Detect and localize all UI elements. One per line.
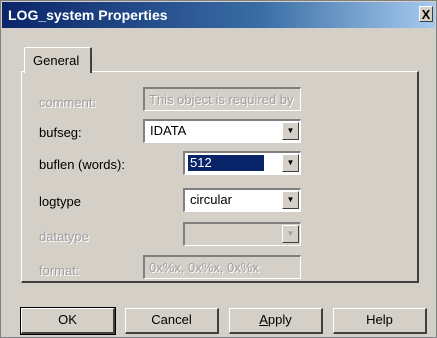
format-field: 0x%x, 0x%x, 0x%x (143, 255, 301, 279)
apply-button-label: pply (267, 312, 292, 327)
apply-mnemonic: A (259, 312, 268, 327)
comment-field: This object is required by (143, 87, 301, 111)
buflen-label: buflen (words): (39, 157, 125, 172)
format-label: format: (39, 263, 80, 278)
logtype-dropdown-arrow[interactable]: ▼ (282, 191, 299, 209)
tab-general[interactable]: General (24, 47, 92, 73)
ok-button[interactable]: OK (20, 307, 116, 335)
comment-value: This object is required by (149, 92, 294, 107)
chevron-down-icon: ▼ (286, 195, 295, 204)
datatype-value (188, 226, 192, 242)
datatype-label: datatype (39, 229, 89, 244)
bufseg-value: IDATA (150, 123, 187, 138)
chevron-down-icon: ▼ (286, 158, 295, 167)
bufseg-label: bufseg: (39, 125, 82, 140)
format-value: 0x%x, 0x%x, 0x%x (149, 260, 259, 275)
buflen-dropdown-arrow[interactable]: ▼ (282, 154, 299, 172)
logtype-select[interactable]: circular ▼ (183, 188, 301, 212)
logtype-value: circular (190, 192, 232, 207)
ok-button-label: OK (58, 312, 77, 327)
apply-button[interactable]: Apply (229, 308, 323, 334)
chevron-down-icon: ▼ (286, 229, 295, 238)
dialog-title: LOG_system Properties (8, 7, 168, 23)
datatype-dropdown-arrow: ▼ (282, 225, 299, 243)
close-icon: X (421, 7, 431, 22)
chevron-down-icon: ▼ (286, 126, 295, 135)
datatype-select: ▼ (183, 222, 301, 246)
buflen-value: 512 (187, 154, 265, 172)
cancel-button[interactable]: Cancel (125, 308, 219, 334)
comment-label: comment: (39, 95, 97, 110)
logtype-label: logtype (39, 194, 81, 209)
cancel-button-label: Cancel (151, 312, 192, 327)
close-button[interactable]: X (419, 6, 433, 22)
help-button[interactable]: Help (333, 308, 427, 334)
properties-dialog: LOG_system Properties X General comment:… (0, 0, 437, 338)
title-bar[interactable]: LOG_system Properties X (2, 2, 435, 28)
buflen-select[interactable]: 512 ▼ (183, 151, 301, 175)
tab-general-label: General (33, 53, 80, 68)
bufseg-dropdown-arrow[interactable]: ▼ (282, 122, 299, 140)
help-button-label: Help (366, 312, 393, 327)
bufseg-select[interactable]: IDATA ▼ (143, 119, 301, 143)
